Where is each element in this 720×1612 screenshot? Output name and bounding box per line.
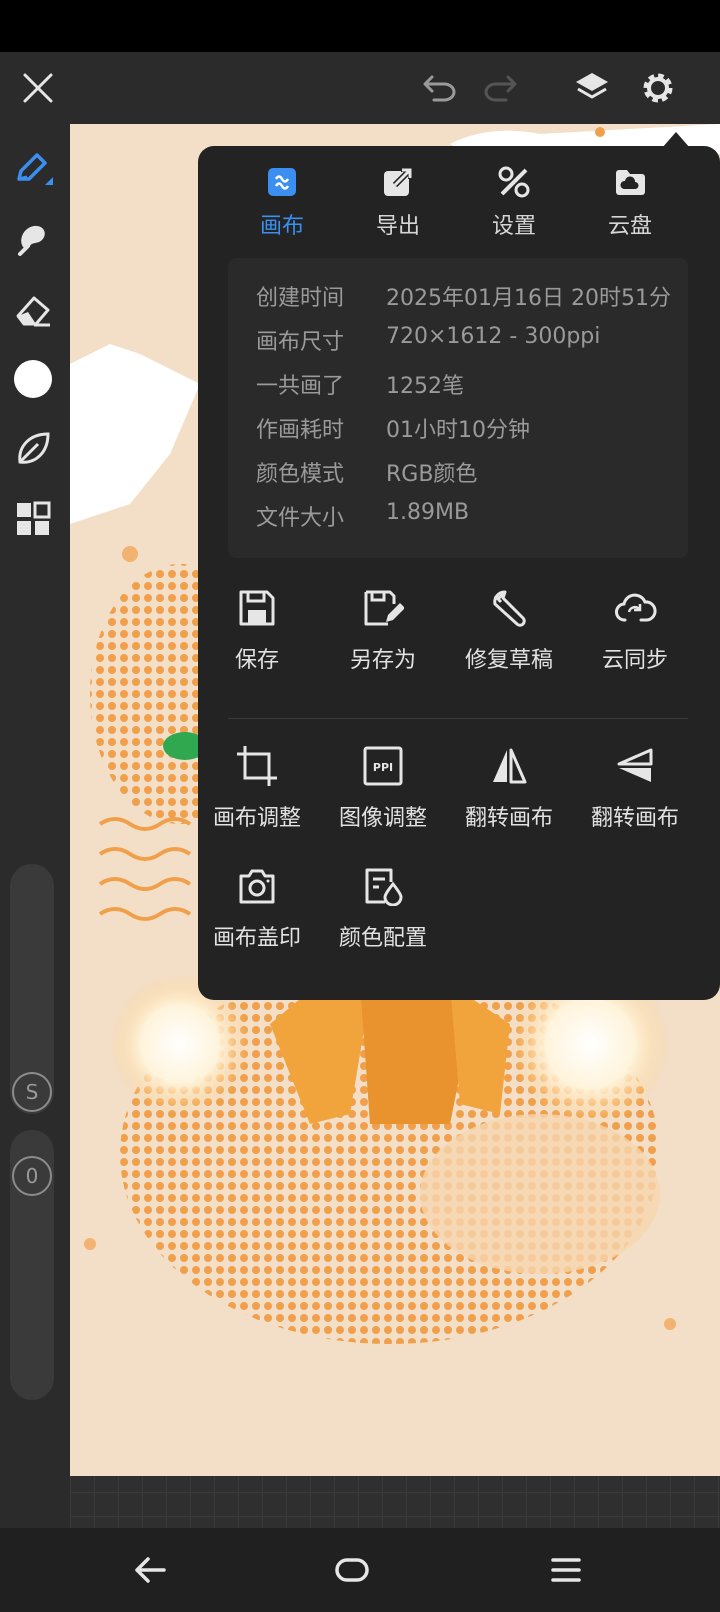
info-value: 1252笔 (386, 374, 464, 399)
cloud-sync-button[interactable]: 云同步 (570, 586, 700, 686)
info-label: 创建时间 (256, 286, 345, 311)
action-label: 另存为 (349, 648, 416, 673)
color-picker-swatch[interactable] (10, 356, 56, 402)
tab-label: 导出 (375, 214, 420, 239)
home-icon[interactable] (332, 1550, 372, 1590)
flip-horizontal-icon (487, 744, 531, 788)
undo-icon[interactable] (420, 68, 460, 108)
info-row-file-size: 文件大小 1.89MB (256, 500, 469, 532)
canvas-icon (266, 166, 298, 198)
action-label: 画布调整 (212, 806, 301, 831)
image-adjust-button[interactable]: PPI 图像调整 (318, 744, 448, 844)
settings-tools-icon (498, 166, 530, 198)
canvas-settings-panel: 画布 导出 设置 云盘 创建时间 2025年01月16日 20时51分 画布尺寸… (198, 146, 720, 1000)
action-label: 云同步 (601, 648, 668, 673)
info-value: RGB颜色 (386, 462, 478, 487)
action-label: 翻转画布 (464, 806, 553, 831)
flip-canvas-horizontal-button[interactable]: 翻转画布 (444, 744, 574, 844)
action-label: 图像调整 (338, 806, 427, 831)
tab-export[interactable]: 导出 (348, 166, 448, 246)
info-value: 1.89MB (386, 500, 470, 525)
info-label: 文件大小 (256, 506, 345, 531)
info-value: 2025年01月16日 20时51分 (386, 286, 671, 311)
opacity-knob[interactable]: 0 (12, 1156, 52, 1196)
status-bar (0, 0, 720, 52)
layers-icon[interactable] (572, 68, 612, 108)
eraser-icon[interactable] (10, 286, 56, 332)
tab-label: 云盘 (607, 214, 652, 239)
top-toolbar (0, 52, 720, 124)
tab-cloud-drive[interactable]: 云盘 (580, 166, 680, 246)
action-label: 修复草稿 (464, 648, 553, 673)
info-row-strokes: 一共画了 1252笔 (256, 368, 464, 400)
info-row-color-mode: 颜色模式 RGB颜色 (256, 456, 477, 488)
grid-menu-icon[interactable] (10, 496, 56, 542)
save-icon (235, 586, 279, 630)
action-label: 保存 (234, 648, 279, 673)
tab-label: 设置 (491, 214, 536, 239)
info-label: 一共画了 (256, 374, 345, 399)
action-label: 翻转画布 (590, 806, 679, 831)
tab-settings[interactable]: 设置 (464, 166, 564, 246)
info-value: 720×1612 - 300ppi (386, 324, 601, 349)
ppi-icon: PPI (361, 744, 405, 788)
camera-stamp-icon (235, 864, 279, 908)
system-navigation-bar (0, 1528, 720, 1612)
brush-pen-icon[interactable] (10, 146, 56, 192)
brush-size-knob[interactable]: S (12, 1072, 52, 1112)
gear-icon[interactable] (638, 68, 678, 108)
action-label: 颜色配置 (338, 926, 427, 951)
save-button[interactable]: 保存 (192, 586, 322, 686)
canvas-stamp-button[interactable]: 画布盖印 (192, 864, 322, 964)
save-as-button[interactable]: 另存为 (318, 586, 448, 686)
leaf-icon[interactable] (10, 426, 56, 472)
export-icon (382, 166, 414, 198)
info-label: 作画耗时 (256, 418, 345, 443)
action-label: 画布盖印 (212, 926, 301, 951)
color-config-button[interactable]: 颜色配置 (318, 864, 448, 964)
repair-draft-button[interactable]: 修复草稿 (444, 586, 574, 686)
svg-text:PPI: PPI (373, 761, 393, 774)
info-value: 01小时10分钟 (386, 418, 530, 443)
canvas-adjust-button[interactable]: 画布调整 (192, 744, 322, 844)
smudge-icon[interactable] (10, 216, 56, 262)
info-label: 画布尺寸 (256, 330, 345, 355)
cloud-sync-icon (613, 586, 657, 630)
recents-menu-icon[interactable] (546, 1550, 586, 1590)
flip-vertical-icon (613, 744, 657, 788)
info-row-canvas-size: 画布尺寸 720×1612 - 300ppi (256, 324, 600, 356)
tool-sidebar: S 0 (0, 124, 70, 1528)
section-divider (228, 718, 688, 719)
info-row-duration: 作画耗时 01小时10分钟 (256, 412, 530, 444)
brush-size-slider[interactable]: S (10, 864, 54, 1114)
flip-canvas-vertical-button[interactable]: 翻转画布 (570, 744, 700, 844)
close-icon[interactable] (18, 68, 58, 108)
redo-icon[interactable] (480, 68, 520, 108)
repair-wrench-icon (487, 586, 531, 630)
cloud-drive-icon (614, 166, 646, 198)
save-as-icon (361, 586, 405, 630)
tab-canvas[interactable]: 画布 (232, 166, 332, 246)
info-label: 颜色模式 (256, 462, 345, 487)
opacity-slider[interactable]: 0 (10, 1130, 54, 1400)
info-row-created: 创建时间 2025年01月16日 20时51分 (256, 280, 671, 312)
color-config-icon (361, 864, 405, 908)
tab-label: 画布 (259, 214, 304, 239)
crop-icon (235, 744, 279, 788)
back-icon[interactable] (130, 1550, 170, 1590)
canvas-info-box: 创建时间 2025年01月16日 20时51分 画布尺寸 720×1612 - … (228, 258, 688, 558)
